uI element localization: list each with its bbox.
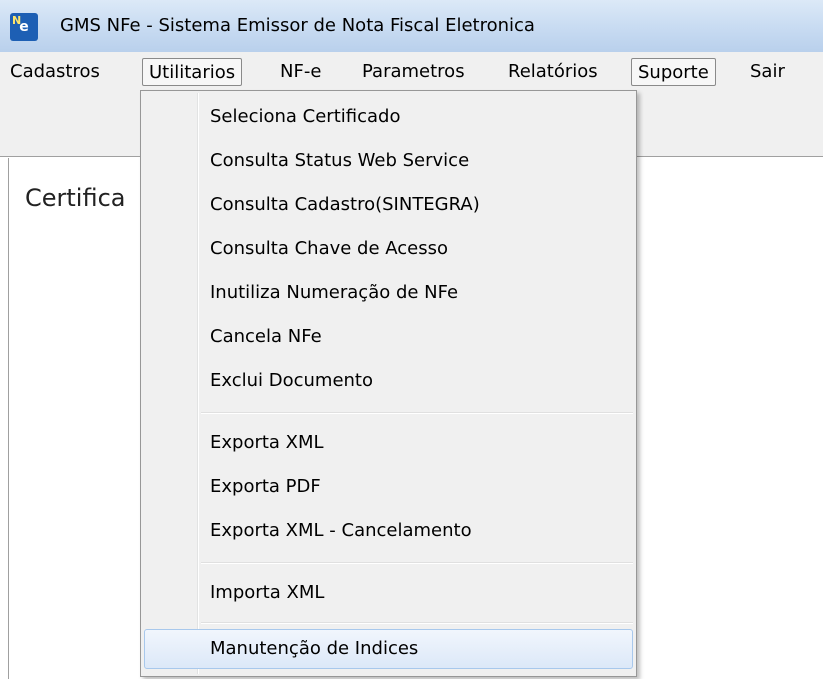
menu-suporte[interactable]: Suporte [631, 58, 716, 86]
menu-relatorios[interactable]: Relatórios [502, 58, 604, 86]
menu-item-exporta-pdf[interactable]: Exporta PDF [144, 467, 633, 507]
title-bar: Ne GMS NFe - Sistema Emissor de Nota Fis… [0, 0, 823, 52]
menu-sair[interactable]: Sair [744, 58, 791, 86]
menu-bar: Cadastros Utilitarios NF-e Parametros Re… [0, 52, 823, 92]
menu-separator [201, 412, 633, 414]
menu-item-consulta-chave[interactable]: Consulta Chave de Acesso [144, 229, 633, 269]
nfe-app-icon[interactable]: Ne [10, 13, 38, 41]
menu-item-consulta-cadastro[interactable]: Consulta Cadastro(SINTEGRA) [144, 185, 633, 225]
menu-separator [201, 562, 633, 564]
menu-item-manutencao-indices[interactable]: Manutenção de Indices [144, 629, 633, 669]
menu-item-consulta-status[interactable]: Consulta Status Web Service [144, 141, 633, 181]
menu-utilitarios[interactable]: Utilitarios [142, 58, 243, 86]
menu-item-inutiliza-numeracao[interactable]: Inutiliza Numeração de NFe [144, 273, 633, 313]
menu-item-importa-xml[interactable]: Importa XML [144, 573, 633, 613]
menu-parametros[interactable]: Parametros [356, 58, 471, 86]
menu-item-exclui-documento[interactable]: Exclui Documento [144, 361, 633, 401]
menu-item-exporta-xml[interactable]: Exporta XML [144, 423, 633, 463]
menu-nfe[interactable]: NF-e [274, 58, 327, 86]
window-title: GMS NFe - Sistema Emissor de Nota Fiscal… [60, 15, 535, 36]
menu-cadastros[interactable]: Cadastros [4, 58, 106, 86]
menu-separator [201, 622, 633, 624]
menu-item-seleciona-certificado[interactable]: Seleciona Certificado [144, 97, 633, 137]
menu-item-cancela-nfe[interactable]: Cancela NFe [144, 317, 633, 357]
utilitarios-dropdown: Seleciona Certificado Consulta Status We… [140, 90, 637, 677]
menu-item-exporta-xml-cancelamento[interactable]: Exporta XML - Cancelamento [144, 511, 633, 551]
content-label: Certifica [25, 184, 126, 212]
